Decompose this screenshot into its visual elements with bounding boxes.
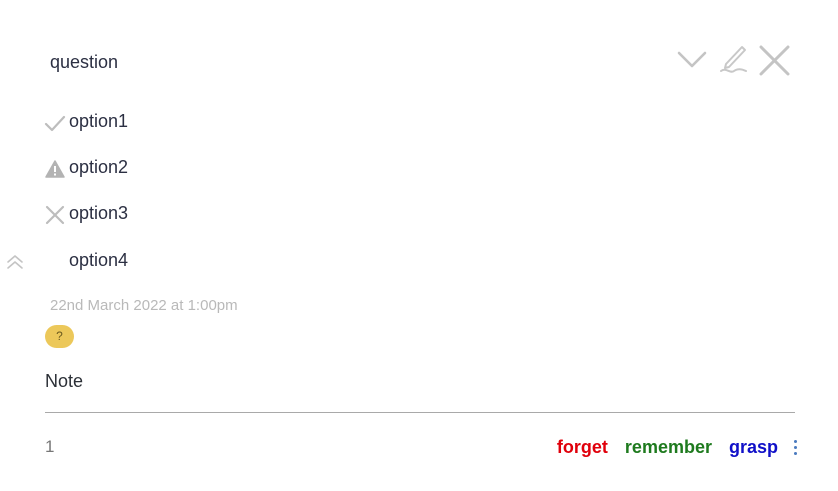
more-vertical-icon[interactable] [792, 439, 798, 455]
tag-badge[interactable]: ? [45, 325, 74, 348]
review-count: 1 [45, 437, 55, 456]
forget-button[interactable]: forget [557, 437, 608, 458]
option-item[interactable]: option3 [44, 202, 344, 228]
option-label: option4 [69, 250, 129, 270]
option-item[interactable]: option4 [44, 249, 344, 275]
remember-button[interactable]: remember [625, 437, 712, 458]
timestamp: 22nd March 2022 at 1:00pm [50, 297, 238, 314]
warning-icon [44, 158, 66, 180]
card-toolbar [672, 40, 796, 80]
question-text: question [50, 52, 119, 72]
option-item[interactable]: option1 [44, 110, 344, 136]
option-label: option2 [69, 157, 129, 177]
option-label: option3 [69, 203, 129, 223]
edit-icon[interactable] [716, 40, 752, 80]
double-chevron-up-icon[interactable] [5, 252, 25, 272]
chevron-down-icon[interactable] [672, 40, 712, 80]
close-icon[interactable] [756, 40, 796, 80]
grasp-button[interactable]: grasp [729, 437, 778, 458]
check-icon [44, 112, 66, 134]
cross-icon [44, 204, 66, 226]
review-actions: forget remember grasp [540, 435, 798, 459]
divider [45, 412, 795, 413]
option-item[interactable]: option2 [44, 156, 344, 182]
option-label: option1 [69, 111, 129, 131]
note-text[interactable]: Note [45, 371, 83, 392]
